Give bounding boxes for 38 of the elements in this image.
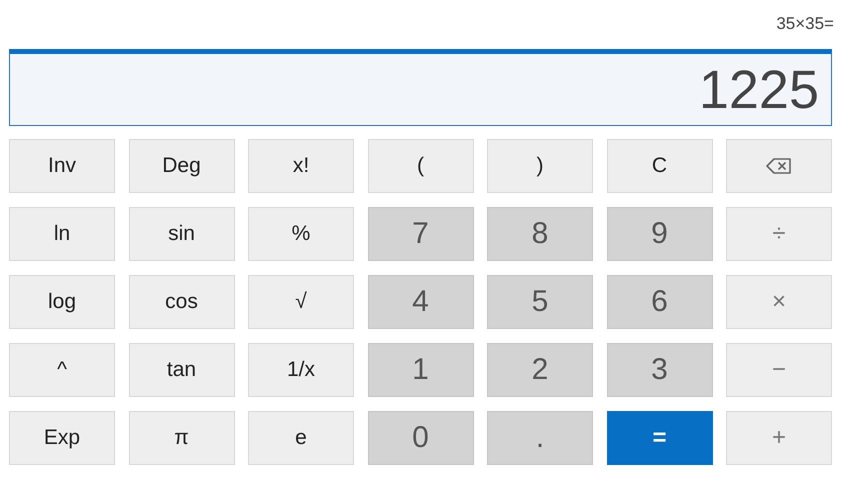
function-key[interactable]: Exp [9,411,115,465]
equals-key[interactable]: = [606,411,712,465]
operator-key[interactable]: + [726,411,832,465]
digit-key[interactable]: 8 [487,207,593,261]
operator-key[interactable]: ÷ [726,207,832,261]
function-key[interactable]: π [128,411,234,465]
function-key[interactable]: sin [128,207,234,261]
digit-key[interactable]: 9 [606,207,712,261]
digit-key[interactable]: . [487,411,593,465]
function-key[interactable]: % [248,207,354,261]
function-key[interactable]: e [248,411,354,465]
operator-key[interactable]: − [726,343,832,397]
digit-key[interactable]: 5 [487,275,593,329]
function-key[interactable]: x! [248,139,354,193]
function-key[interactable]: tan [128,343,234,397]
function-key[interactable]: cos [128,275,234,329]
backspace-key[interactable] [726,139,832,193]
expression-text: 35×35= [776,14,834,35]
function-key[interactable]: log [9,275,115,329]
function-key[interactable]: Inv [9,139,115,193]
function-key[interactable]: ln [9,207,115,261]
digit-key[interactable]: 1 [368,343,474,397]
function-key[interactable]: 1/x [248,343,354,397]
digit-key[interactable]: 3 [606,343,712,397]
digit-key[interactable]: 0 [368,411,474,465]
digit-key[interactable]: 7 [368,207,474,261]
backspace-icon [766,157,792,175]
function-key[interactable]: C [606,139,712,193]
function-key[interactable]: √ [248,275,354,329]
function-key[interactable]: ) [487,139,593,193]
digit-key[interactable]: 6 [606,275,712,329]
digit-key[interactable]: 4 [368,275,474,329]
operator-key[interactable]: × [726,275,832,329]
function-key[interactable]: ( [368,139,474,193]
function-key[interactable]: Deg [128,139,234,193]
function-key[interactable]: ^ [9,343,115,397]
result-value: 1225 [698,58,819,120]
digit-key[interactable]: 2 [487,343,593,397]
